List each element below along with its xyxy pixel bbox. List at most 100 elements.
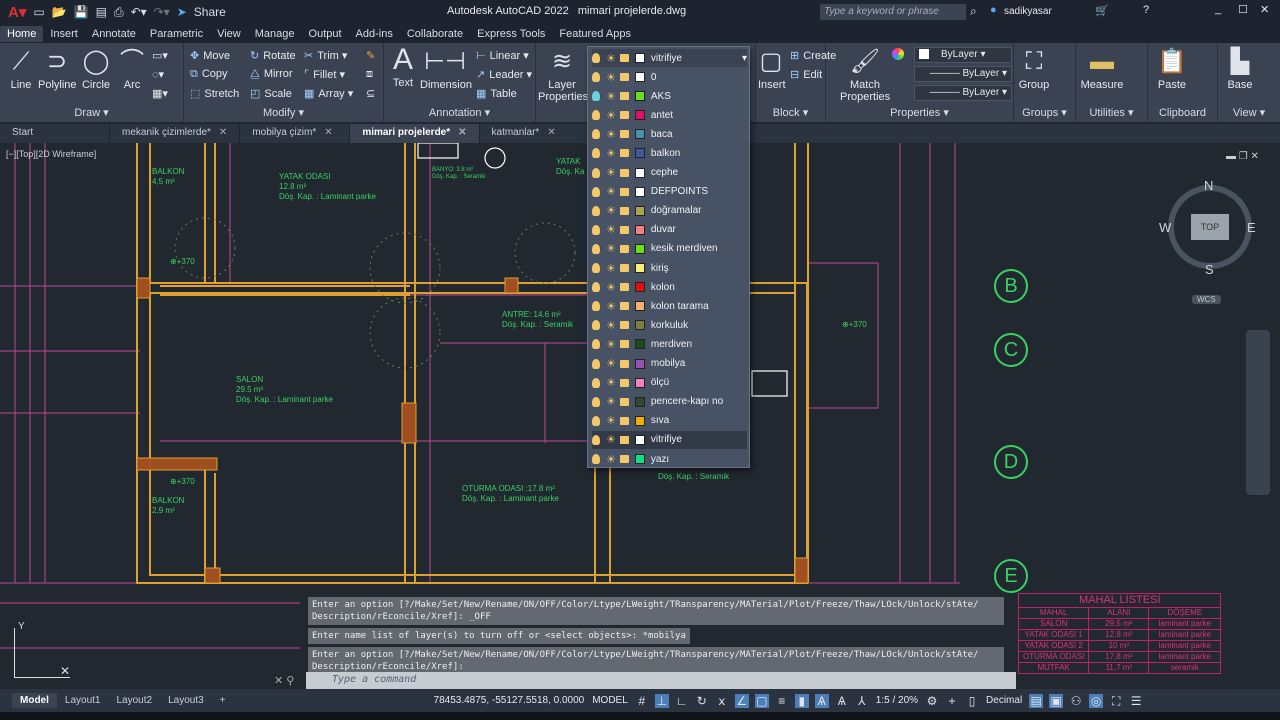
layer-color-swatch[interactable] xyxy=(634,129,645,140)
layer-item[interactable]: ☀ mobilya xyxy=(592,355,747,373)
undo-icon[interactable]: ↶▾ xyxy=(131,5,147,19)
layer-color-swatch[interactable] xyxy=(634,396,645,407)
layer-unlock-icon[interactable] xyxy=(619,130,629,139)
layer-on-icon[interactable] xyxy=(592,91,600,102)
table-button[interactable]: ▦ Table xyxy=(476,87,517,100)
annotation-scale-icon[interactable]: ⅄ xyxy=(855,694,869,708)
layer-thaw-icon[interactable]: ☀ xyxy=(606,433,616,446)
layer-thaw-icon[interactable]: ☀ xyxy=(606,90,616,103)
annotation-scale-select[interactable]: 1:5 / 20% xyxy=(876,695,918,706)
close-command-icon[interactable]: ✕ ⚲ xyxy=(274,674,294,687)
layer-thaw-icon[interactable]: ☀ xyxy=(606,453,616,466)
close-tab-icon[interactable]: ✕ xyxy=(219,127,227,138)
ortho-icon[interactable]: ∟ xyxy=(675,694,689,708)
layer-color-swatch[interactable] xyxy=(634,243,645,254)
layer-color-swatch[interactable] xyxy=(634,454,645,464)
layer-unlock-icon[interactable] xyxy=(619,225,629,234)
modify-panel-title[interactable]: Modify ▾ xyxy=(184,106,383,119)
edit-block-button[interactable]: ⊟ Edit xyxy=(790,68,822,81)
layer-item[interactable]: ☀ 0 xyxy=(592,68,747,86)
share-button[interactable]: Share xyxy=(194,5,226,19)
block-panel-title[interactable]: Block ▾ xyxy=(756,106,825,119)
cart-icon[interactable]: 🛒 xyxy=(1095,4,1109,17)
layer-on-icon[interactable] xyxy=(592,377,600,388)
layer-on-icon[interactable] xyxy=(592,320,600,331)
layer-thaw-icon[interactable]: ☀ xyxy=(606,300,616,313)
layer-color-swatch[interactable] xyxy=(634,320,645,331)
close-tab-icon[interactable]: ✕ xyxy=(324,127,332,138)
layer-on-icon[interactable] xyxy=(592,301,600,312)
color-select[interactable]: ByLayer ▾ xyxy=(914,47,1012,63)
layer-thaw-icon[interactable]: ☀ xyxy=(606,281,616,294)
move-button[interactable]: ✥ Move xyxy=(190,49,230,62)
help-icon[interactable]: ? xyxy=(1143,4,1149,16)
layer-thaw-icon[interactable]: ☀ xyxy=(606,185,616,198)
base-button[interactable]: ▙ Base xyxy=(1224,48,1256,91)
layer-thaw-icon[interactable]: ☀ xyxy=(606,204,616,217)
model-space-toggle[interactable]: MODEL xyxy=(592,695,628,706)
units-select[interactable]: Decimal xyxy=(986,695,1022,706)
hatch-icon[interactable]: ▦▾ xyxy=(152,87,168,100)
layer-item[interactable]: ☀ duvar xyxy=(592,221,747,239)
viewport-controls[interactable]: [−][Top][2D Wireframe] xyxy=(6,149,96,159)
layer-item[interactable]: ☀ AKS xyxy=(592,87,747,105)
layer-item[interactable]: ☀ kolon tarama xyxy=(592,297,747,315)
viewport-window-controls[interactable]: ▬ ❐ ✕ xyxy=(1226,151,1259,162)
layer-thaw-icon[interactable]: ☀ xyxy=(606,128,616,141)
layer-thaw-icon[interactable]: ☀ xyxy=(606,395,616,408)
tab-featured-apps[interactable]: Featured Apps xyxy=(552,26,638,42)
layer-on-icon[interactable] xyxy=(592,358,600,369)
coordinates-readout[interactable]: 78453.4875, -55127.5518, 0.0000 xyxy=(434,695,585,706)
file-tab[interactable]: mekanik çizimlerde* ✕ xyxy=(110,124,241,143)
ellipse-icon[interactable]: ◌▾ xyxy=(152,68,164,81)
layer-thaw-icon[interactable]: ☀ xyxy=(606,338,616,351)
insert-button[interactable]: ▢ Insert xyxy=(758,48,786,91)
scale-button[interactable]: ◰ Scale xyxy=(250,87,292,100)
arc-button[interactable]: ⌒ Arc xyxy=(118,48,146,91)
layer-properties-button[interactable]: ≋ Layer Properties xyxy=(538,48,588,103)
leader-button[interactable]: ↗ Leader ▾ xyxy=(476,68,532,81)
layer-unlock-icon[interactable] xyxy=(619,435,629,444)
search-input[interactable]: Type a keyword or phrase xyxy=(820,4,966,20)
layer-unlock-icon[interactable] xyxy=(619,206,629,215)
layer-unlock-icon[interactable] xyxy=(619,264,629,272)
viewcube-top[interactable]: TOP xyxy=(1191,214,1229,240)
group-button[interactable]: ⛶ Group xyxy=(1018,48,1050,91)
add-layout-button[interactable]: + xyxy=(212,693,234,708)
tab-layout2[interactable]: Layout2 xyxy=(108,693,160,708)
paste-button[interactable]: 📋 Paste xyxy=(1154,48,1190,91)
object-snap-tracking-icon[interactable]: ∠ xyxy=(734,693,749,708)
lineweight-select[interactable]: ——— ByLayer ▾ xyxy=(914,85,1012,101)
file-tab-active[interactable]: mimari projelerde* ✕ xyxy=(350,124,480,143)
tab-collaborate[interactable]: Collaborate xyxy=(400,26,470,42)
linear-button[interactable]: ⊢ Linear ▾ xyxy=(476,49,529,62)
layer-color-swatch[interactable] xyxy=(634,224,645,235)
annotation-monitor-icon[interactable]: + xyxy=(945,694,959,708)
minimize-button[interactable]: _ xyxy=(1215,3,1221,15)
new-icon[interactable]: ▭ xyxy=(33,5,44,19)
layer-item[interactable]: ☀ korkuluk xyxy=(592,316,747,334)
layer-thaw-icon[interactable]: ☀ xyxy=(606,319,616,332)
layer-unlock-icon[interactable] xyxy=(619,359,629,368)
layer-thaw-icon[interactable]: ☀ xyxy=(606,262,616,275)
layer-color-swatch[interactable] xyxy=(634,263,645,273)
compass-south[interactable]: S xyxy=(1205,262,1214,277)
app-menu-icon[interactable]: A▾ xyxy=(8,3,26,21)
match-properties-button[interactable]: 🖌 Match Properties xyxy=(840,48,890,103)
layer-unlock-icon[interactable] xyxy=(619,416,629,425)
rotate-button[interactable]: ↻ Rotate xyxy=(250,49,296,62)
layer-item[interactable]: ☀ yazı xyxy=(592,450,747,468)
annotation-panel-title[interactable]: Annotation ▾ xyxy=(384,106,535,119)
file-tab[interactable]: katmanlar* ✕ xyxy=(480,124,590,143)
isodraft-icon[interactable]: ⅹ xyxy=(715,694,729,708)
layer-unlock-icon[interactable] xyxy=(619,92,629,101)
layer-item[interactable]: ☀ DEFPOINTS xyxy=(592,183,747,201)
layer-item[interactable]: ☀ antet xyxy=(592,106,747,124)
layer-color-swatch[interactable] xyxy=(634,339,645,350)
layer-item[interactable]: ☀ baca xyxy=(592,125,747,143)
layer-unlock-icon[interactable] xyxy=(619,187,629,196)
rectangle-icon[interactable]: ▭▾ xyxy=(152,49,168,62)
redo-icon[interactable]: ↷▾ xyxy=(154,5,170,19)
measure-button[interactable]: ▬ Measure xyxy=(1080,48,1124,91)
layer-thaw-icon[interactable]: ☀ xyxy=(606,109,616,122)
